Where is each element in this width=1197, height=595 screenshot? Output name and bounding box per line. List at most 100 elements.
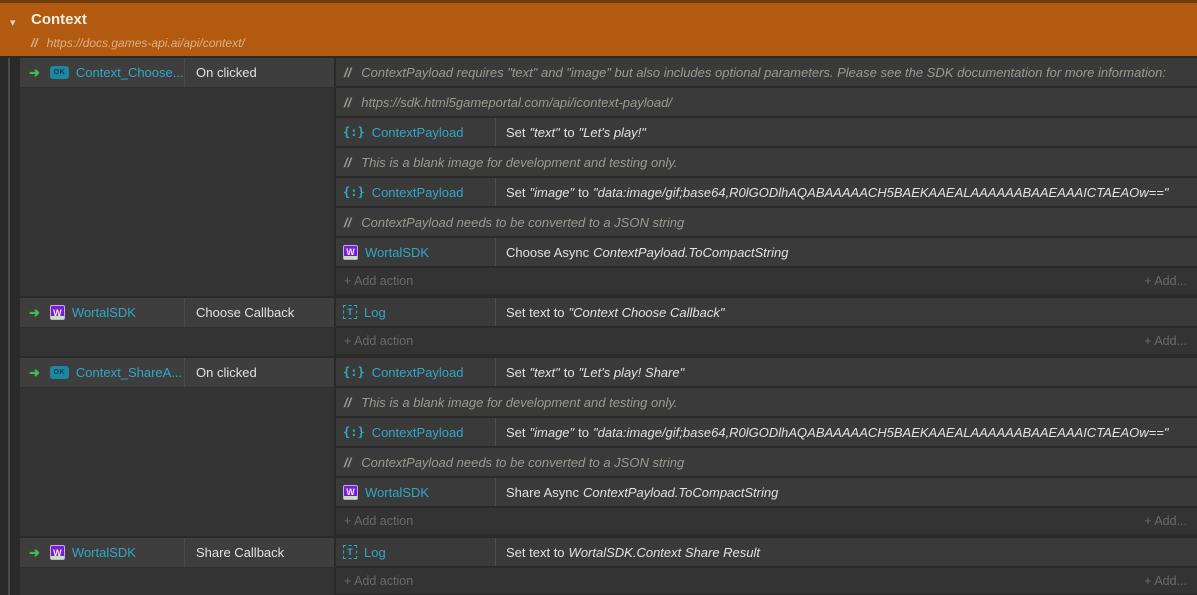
action-row[interactable]: {:} ContextPayload Set "image" to "data:… <box>336 418 1197 446</box>
action-param: "text" <box>530 365 560 380</box>
add-more-button[interactable]: + Add... <box>1144 334 1187 348</box>
condition-object-name: Context_ShareA... <box>76 365 182 380</box>
event-block-4: ➜ W WortalSDK Share Callback T Log Set t… <box>20 538 1197 595</box>
comment-row[interactable]: // This is a blank image for development… <box>336 148 1197 176</box>
events-list: ➜ OK Context_Choose... On clicked // Con… <box>0 56 1197 595</box>
json-payload-icon: {:} <box>343 185 365 199</box>
action-object-cell: W WortalSDK <box>336 478 496 506</box>
condition-fill <box>20 388 334 536</box>
action-param: "Let's play!" <box>579 125 646 140</box>
action-text: Set "image" to "data:image/gif;base64,R0… <box>496 418 1197 446</box>
actions-column: {:} ContextPayload Set "text" to "Let's … <box>336 358 1197 536</box>
log-text-icon: T <box>343 305 357 319</box>
action-row[interactable]: W WortalSDK Choose Async ContextPayload.… <box>336 238 1197 266</box>
group-header[interactable]: ▾ Context //https://docs.games-api.ai/ap… <box>0 0 1197 56</box>
actions-column: T Log Set text to "Context Choose Callba… <box>336 298 1197 356</box>
action-param: "image" <box>530 185 575 200</box>
action-object-cell: T Log <box>336 538 496 566</box>
comment-slashes: // <box>344 455 351 470</box>
action-verb: Set text to <box>506 305 565 320</box>
add-more-button[interactable]: + Add... <box>1144 274 1187 288</box>
condition-text: On clicked <box>185 58 334 87</box>
action-param: ContextPayload.ToCompactString <box>583 485 778 500</box>
actions-column: T Log Set text to WortalSDK.Context Shar… <box>336 538 1197 595</box>
action-object-cell: T Log <box>336 298 496 326</box>
comment-slashes: // <box>31 36 38 50</box>
comment-slashes: // <box>344 395 351 410</box>
condition-row[interactable]: ➜ W WortalSDK Choose Callback <box>20 298 334 328</box>
action-param: WortalSDK.Context Share Result <box>569 545 760 560</box>
action-row[interactable]: {:} ContextPayload Set "text" to "Let's … <box>336 118 1197 146</box>
comment-row[interactable]: // ContextPayload requires "text" and "i… <box>336 58 1197 86</box>
action-row[interactable]: {:} ContextPayload Set "image" to "data:… <box>336 178 1197 206</box>
collapse-triangle-icon[interactable]: ▾ <box>10 16 16 29</box>
action-object-name: WortalSDK <box>365 485 429 500</box>
action-object-cell: {:} ContextPayload <box>336 118 496 146</box>
action-row[interactable]: T Log Set text to "Context Choose Callba… <box>336 298 1197 326</box>
condition-row[interactable]: ➜ OK Context_Choose... On clicked <box>20 58 334 88</box>
action-mid: to <box>564 125 575 140</box>
action-object-cell: {:} ContextPayload <box>336 178 496 206</box>
action-object-cell: {:} ContextPayload <box>336 358 496 386</box>
comment-row[interactable]: // This is a blank image for development… <box>336 388 1197 416</box>
action-verb: Choose Async <box>506 245 589 260</box>
comment-row[interactable]: // https://sdk.html5gameportal.com/api/i… <box>336 88 1197 116</box>
add-action-row: + Add action + Add... <box>336 328 1197 354</box>
add-action-button[interactable]: + Add action <box>344 334 413 348</box>
action-text: Set "text" to "Let's play! Share" <box>496 358 1197 386</box>
action-row[interactable]: T Log Set text to WortalSDK.Context Shar… <box>336 538 1197 566</box>
add-action-row: + Add action + Add... <box>336 568 1197 594</box>
comment-slashes: // <box>344 95 351 110</box>
action-param: "data:image/gif;base64,R0lGODlhAQABAAAAA… <box>593 185 1168 200</box>
comment-text: ContextPayload requires "text" and "imag… <box>361 65 1166 80</box>
json-payload-icon: {:} <box>343 365 365 379</box>
action-object-name: ContextPayload <box>372 425 464 440</box>
group-comment: //https://docs.games-api.ai/api/context/ <box>31 36 245 50</box>
action-row[interactable]: {:} ContextPayload Set "text" to "Let's … <box>336 358 1197 386</box>
condition-column: ➜ W WortalSDK Share Callback <box>20 538 334 595</box>
condition-text: Choose Callback <box>185 298 334 327</box>
comment-text: ContextPayload needs to be converted to … <box>361 215 684 230</box>
event-block-2: ➜ W WortalSDK Choose Callback T Log Set … <box>20 298 1197 356</box>
add-action-button[interactable]: + Add action <box>344 274 413 288</box>
arrow-icon: ➜ <box>29 365 40 381</box>
action-mid: to <box>578 185 589 200</box>
arrow-icon: ➜ <box>29 545 40 561</box>
action-text: Set text to "Context Choose Callback" <box>496 298 1197 326</box>
action-object-cell: W WortalSDK <box>336 238 496 266</box>
comment-slashes: // <box>344 155 351 170</box>
add-action-row: + Add action + Add... <box>336 508 1197 534</box>
action-object-name: WortalSDK <box>365 245 429 260</box>
action-verb: Set <box>506 365 526 380</box>
action-param: "Let's play! Share" <box>579 365 685 380</box>
comment-text: This is a blank image for development an… <box>361 395 677 410</box>
comment-row[interactable]: // ContextPayload needs to be converted … <box>336 208 1197 236</box>
wortal-sdk-icon: W <box>50 545 65 560</box>
add-action-button[interactable]: + Add action <box>344 574 413 588</box>
condition-fill <box>20 88 334 296</box>
action-param: "image" <box>530 425 575 440</box>
action-verb: Set <box>506 125 526 140</box>
condition-text: Share Callback <box>185 538 334 567</box>
add-action-button[interactable]: + Add action <box>344 514 413 528</box>
event-block-3: ➜ OK Context_ShareA... On clicked {:} Co… <box>20 358 1197 536</box>
action-text: Set "image" to "data:image/gif;base64,R0… <box>496 178 1197 206</box>
button-ok-icon: OK <box>50 366 69 379</box>
arrow-icon: ➜ <box>29 305 40 321</box>
condition-column: ➜ OK Context_Choose... On clicked <box>20 58 334 296</box>
add-more-button[interactable]: + Add... <box>1144 514 1187 528</box>
wortal-sdk-icon: W <box>343 485 358 500</box>
condition-object-cell: ➜ OK Context_ShareA... <box>20 358 185 387</box>
action-text: Share Async ContextPayload.ToCompactStri… <box>496 478 1197 506</box>
action-object-name: Log <box>364 305 386 320</box>
log-text-icon: T <box>343 545 357 559</box>
condition-row[interactable]: ➜ W WortalSDK Share Callback <box>20 538 334 568</box>
add-action-row: + Add action + Add... <box>336 268 1197 294</box>
event-block-1: ➜ OK Context_Choose... On clicked // Con… <box>20 58 1197 296</box>
condition-row[interactable]: ➜ OK Context_ShareA... On clicked <box>20 358 334 388</box>
add-more-button[interactable]: + Add... <box>1144 574 1187 588</box>
comment-row[interactable]: // ContextPayload needs to be converted … <box>336 448 1197 476</box>
condition-column: ➜ OK Context_ShareA... On clicked <box>20 358 334 536</box>
action-row[interactable]: W WortalSDK Share Async ContextPayload.T… <box>336 478 1197 506</box>
comment-text: ContextPayload needs to be converted to … <box>361 455 684 470</box>
